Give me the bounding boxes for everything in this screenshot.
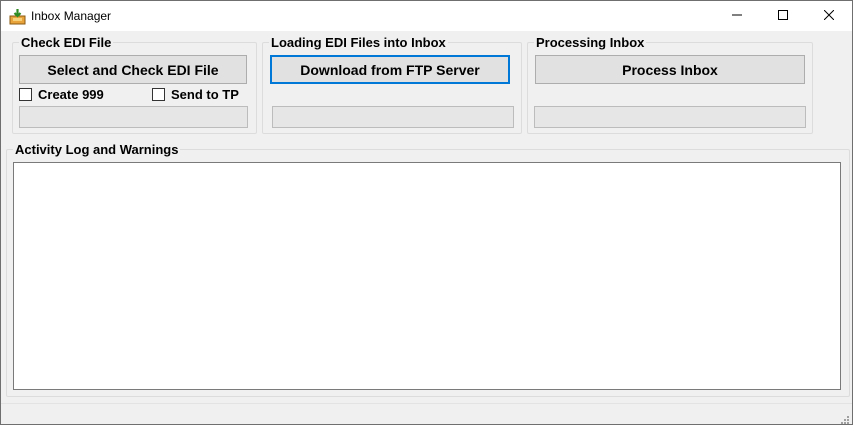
processing-progress-bar [534, 106, 806, 128]
create-999-checkbox-box[interactable] [19, 88, 32, 101]
activity-log-legend: Activity Log and Warnings [13, 142, 181, 157]
maximize-button[interactable] [760, 1, 806, 31]
title-bar[interactable]: Inbox Manager [1, 1, 852, 31]
send-to-tp-checkbox[interactable]: Send to TP [152, 87, 239, 102]
send-to-tp-label: Send to TP [171, 87, 239, 102]
activity-log-textbox[interactable] [13, 162, 841, 390]
close-button[interactable] [806, 1, 852, 31]
status-bar [1, 403, 852, 424]
window-title: Inbox Manager [31, 9, 112, 23]
inbox-manager-window: Inbox Manager Check EDI File Select and … [0, 0, 853, 425]
close-icon [823, 7, 835, 25]
check-edi-legend: Check EDI File [19, 35, 114, 50]
send-to-tp-checkbox-box[interactable] [152, 88, 165, 101]
download-from-ftp-button[interactable]: Download from FTP Server [270, 55, 510, 84]
maximize-icon [778, 7, 788, 25]
check-edi-progress-bar [19, 106, 248, 128]
loading-edi-legend: Loading EDI Files into Inbox [269, 35, 448, 50]
create-999-checkbox[interactable]: Create 999 [19, 87, 104, 102]
check-edi-group: Check EDI File Select and Check EDI File… [12, 35, 257, 134]
create-999-label: Create 999 [38, 87, 104, 102]
inbox-tray-icon [9, 8, 26, 25]
process-inbox-button[interactable]: Process Inbox [535, 55, 805, 84]
loading-progress-bar [272, 106, 514, 128]
processing-inbox-legend: Processing Inbox [534, 35, 647, 50]
resize-grip-icon[interactable] [839, 412, 850, 424]
select-and-check-edi-button[interactable]: Select and Check EDI File [19, 55, 247, 84]
minimize-button[interactable] [714, 1, 760, 31]
minimize-icon [732, 7, 742, 25]
loading-edi-group: Loading EDI Files into Inbox Download fr… [262, 35, 522, 134]
processing-inbox-group: Processing Inbox Process Inbox [527, 35, 813, 134]
